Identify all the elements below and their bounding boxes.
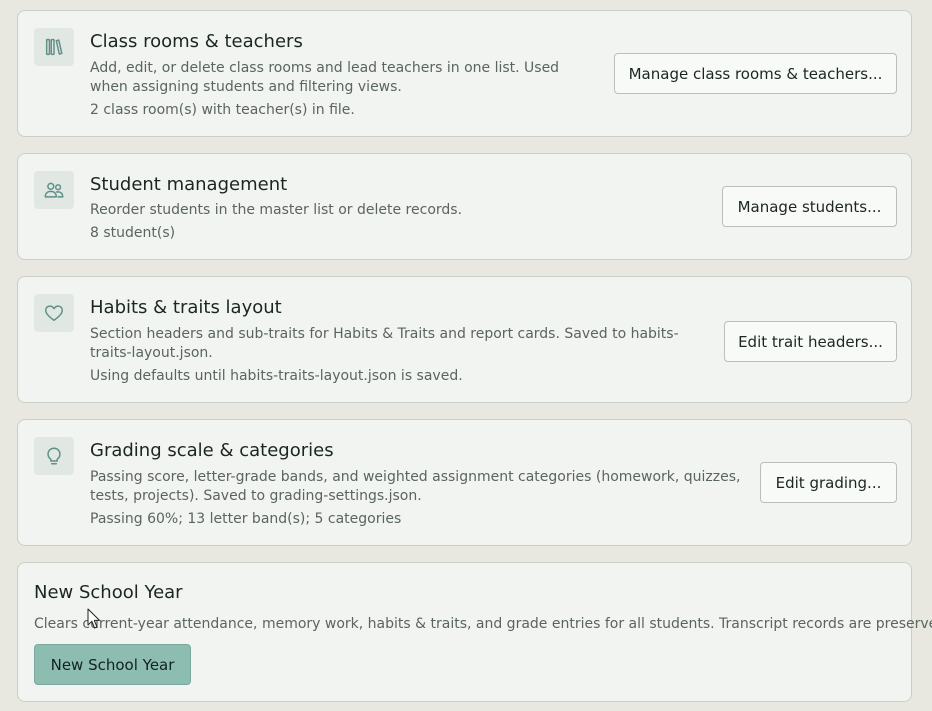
new-school-year-description: Clears current-year attendance, memory w… [34,616,932,632]
card-description: Add, edit, or delete class rooms and lea… [90,60,560,95]
card-status: Passing 60%; 13 letter band(s); 5 catego… [90,511,402,527]
card-status: 2 class room(s) with teacher(s) in file. [90,102,355,118]
new-school-year-title: New School Year [34,582,183,603]
mouse-pointer-icon [87,608,100,629]
people-icon [34,171,74,209]
card-description: Passing score, letter-grade bands, and w… [90,469,741,504]
card-title: Grading scale & categories [90,440,334,461]
edit-grading-button[interactable]: Edit grading... [760,462,897,503]
grading-card: Grading scale & categories Passing score… [17,419,912,546]
card-description: Section headers and sub-traits for Habit… [90,326,679,361]
lightbulb-icon [34,437,74,475]
new-school-year-card: New School Year Clears current-year atte… [17,562,932,702]
manage-classrooms-button[interactable]: Manage class rooms & teachers... [614,53,897,94]
card-description: Reorder students in the master list or d… [90,202,463,218]
card-status: Using defaults until habits-traits-layou… [90,368,463,384]
student-management-card: Student management Reorder students in t… [17,153,912,260]
edit-trait-headers-button[interactable]: Edit trait headers... [724,321,897,362]
card-title: Class rooms & teachers [90,31,303,52]
habits-traits-card: Habits & traits layout Section headers a… [17,276,912,403]
new-school-year-button[interactable]: New School Year [34,644,191,685]
heart-icon [34,294,74,332]
manage-students-button[interactable]: Manage students... [722,186,897,227]
classrooms-card: Class rooms & teachers Add, edit, or del… [17,10,912,137]
books-icon [34,28,74,66]
card-title: Student management [90,174,288,195]
card-status: 8 student(s) [90,225,176,241]
card-title: Habits & traits layout [90,297,282,318]
